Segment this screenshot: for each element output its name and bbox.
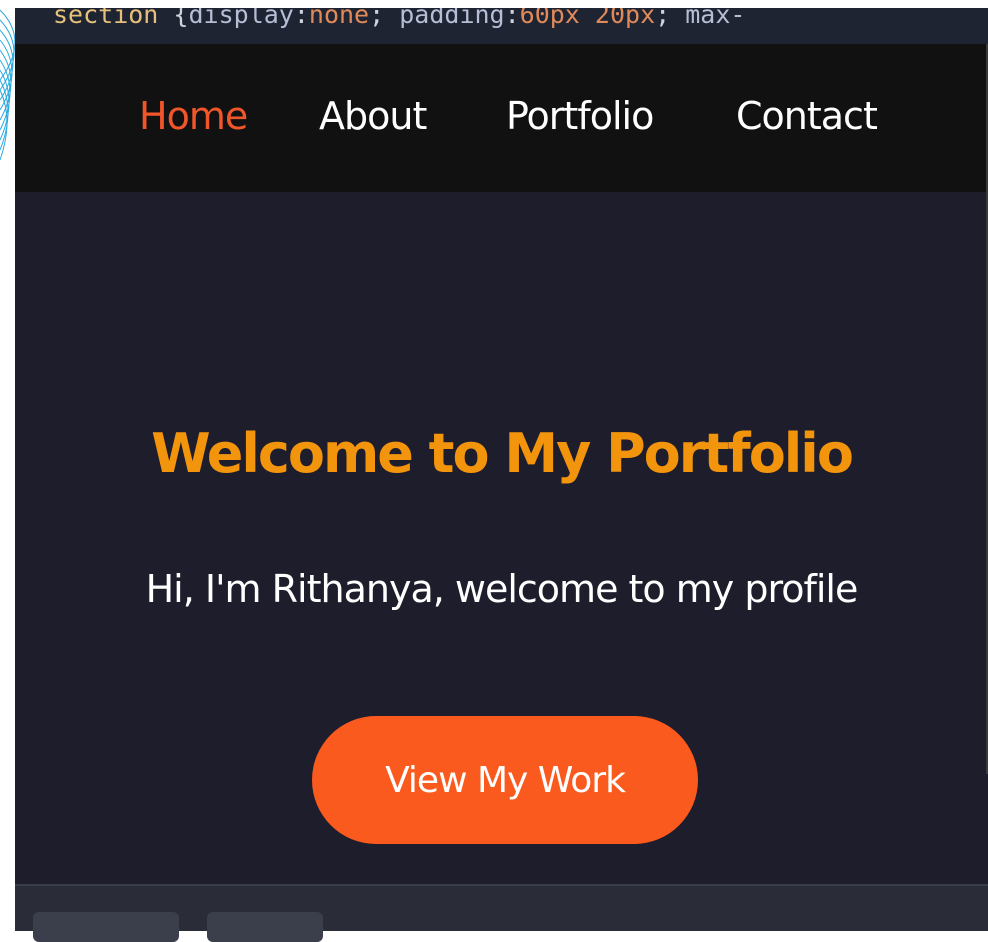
nav-link-portfolio[interactable]: Portfolio <box>506 94 654 138</box>
view-my-work-button[interactable]: View My Work <box>312 716 698 844</box>
nav-link-home[interactable]: Home <box>139 94 248 138</box>
css-value: 60px 20px <box>519 8 656 29</box>
hero-section: Welcome to My Portfolio Hi, I'm Rithanya… <box>15 192 988 884</box>
hero-subtitle: Hi, I'm Rithanya, welcome to my profile <box>145 567 859 611</box>
code-editor-strip: section {display:none; padding:60px 20px… <box>15 8 988 44</box>
css-selector: section <box>53 8 159 29</box>
nav-link-contact[interactable]: Contact <box>736 94 878 138</box>
css-property: padding <box>399 8 505 29</box>
toolbar-button[interactable] <box>207 912 323 942</box>
css-property: max- <box>685 8 746 29</box>
toolbar-button[interactable] <box>33 912 179 942</box>
code-line: section {display:none; padding:60px 20px… <box>53 8 745 27</box>
css-property: display <box>188 8 294 29</box>
css-value: none <box>308 8 370 29</box>
bottom-toolbar <box>15 884 988 942</box>
hero-title: Welcome to My Portfolio <box>151 422 854 485</box>
css-brace: { <box>173 8 189 29</box>
navbar: Home About Portfolio Contact <box>15 44 988 192</box>
nav-link-about[interactable]: About <box>319 94 427 138</box>
